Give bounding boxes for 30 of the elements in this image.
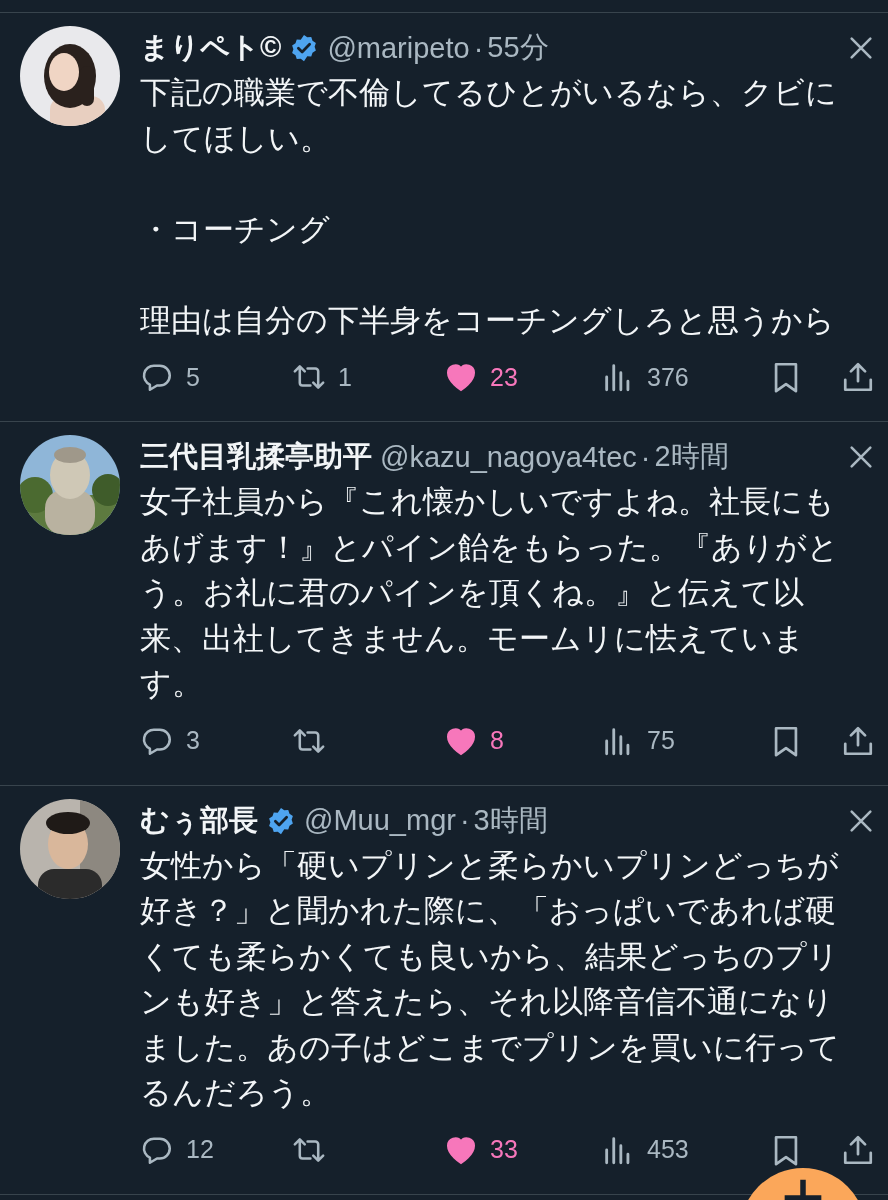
post-text: ・コーチング (140, 210, 331, 248)
reply-count: 5 (186, 362, 200, 392)
like-count: 23 (490, 362, 518, 392)
post-time: 55分 (487, 30, 549, 65)
separator-dot: · (459, 804, 470, 837)
post-text: 女性から「硬いプリンと柔らかいプリンどっちが好き？」と聞かれた際に、「おっぱいであれば硬くても柔らかくても良いから、結果どっちのプリンも好き」と答えたら、それ以降音信不通になりました。あの子はどこまでプリンを買いに行ってるんだろう。 (140, 846, 840, 1111)
user-handle[interactable]: @kazu_nagoya4tec (380, 440, 637, 474)
close-icon[interactable] (847, 34, 875, 62)
user-name[interactable]: むぅ部長 (140, 800, 258, 841)
post-time: 2時間 (654, 439, 729, 474)
separator-dot: · (473, 31, 484, 65)
post-time: 3時間 (473, 802, 548, 838)
reply-count: 12 (186, 1135, 214, 1164)
like-count: 8 (490, 726, 504, 755)
user-handle[interactable]: @Muu_mgr (304, 804, 456, 837)
like-count: 33 (490, 1135, 518, 1164)
post-text: 女子社員から『これ懐かしいですよね。社長にもあげます！』とパイン飴をもらった。『ありがとう。お礼に君のパインを頂くね。』と伝えて以来、出社してきません。モームリに怯えています。 (140, 483, 840, 702)
close-icon[interactable] (847, 443, 875, 471)
view-count: 453 (647, 1135, 689, 1164)
separator-dot: · (640, 440, 651, 474)
view-count: 376 (647, 362, 689, 392)
share-icon[interactable] (841, 360, 875, 394)
user-name[interactable]: まりペト© (140, 28, 282, 68)
user-handle[interactable]: @maripeto (327, 31, 470, 65)
view-count: 75 (647, 726, 675, 755)
post-text: 理由は自分の下半身をコーチングしろと思うから (140, 301, 836, 339)
repost-count: 1 (338, 362, 352, 392)
reply-count: 3 (186, 726, 200, 755)
post-text: 下記の職業で不倫してるひとがいるなら、クビにしてほしい。 (140, 74, 838, 157)
user-name[interactable]: 三代目乳揉亭助平 (140, 437, 372, 477)
